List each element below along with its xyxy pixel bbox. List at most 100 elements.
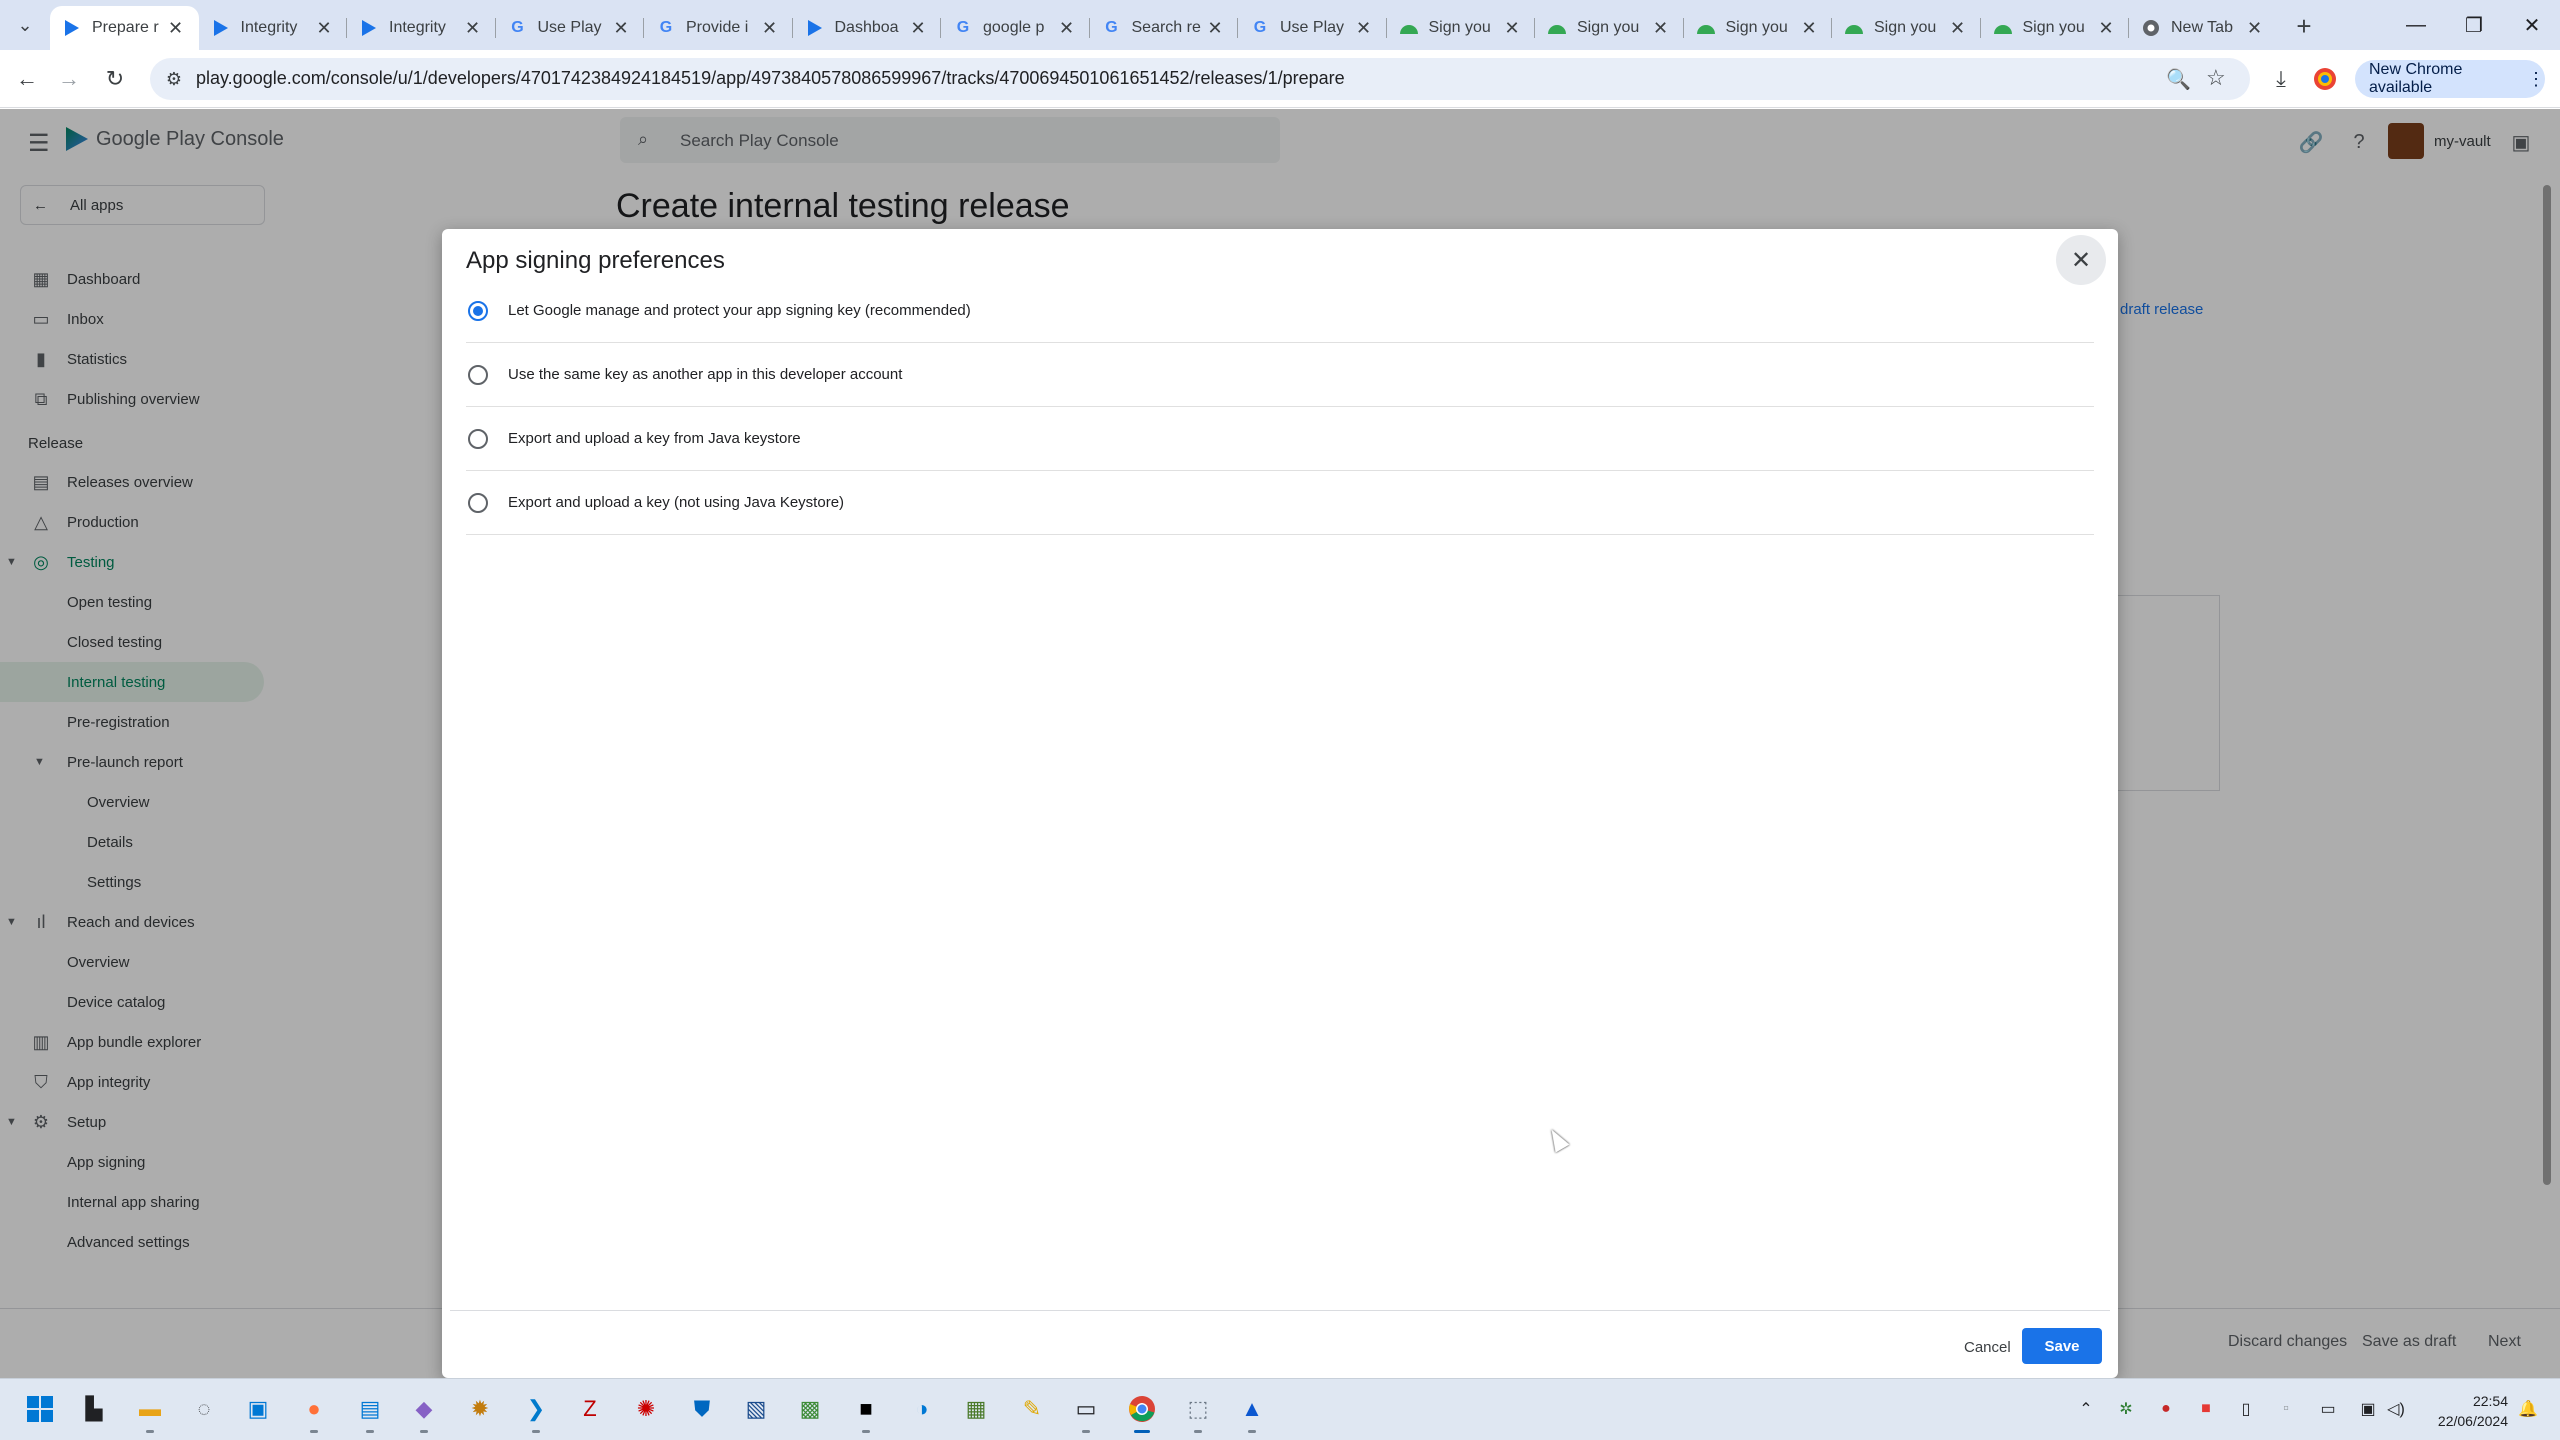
filezilla-icon[interactable]: Z (572, 1391, 608, 1427)
taskbar-clock[interactable]: 22:54 22/06/2024 (2420, 1391, 2508, 1431)
bookmark-star-icon[interactable]: ☆ (2206, 65, 2226, 91)
url-text[interactable]: play.google.com/console/u/1/developers/4… (196, 68, 1345, 89)
display-icon[interactable]: ▭ (2316, 1397, 2340, 1421)
browser-tab[interactable]: New Tab ✕ (2129, 6, 2278, 50)
close-tab-icon[interactable]: ✕ (1501, 17, 1523, 39)
close-tab-icon[interactable]: ✕ (313, 17, 335, 39)
close-tab-icon[interactable]: ✕ (1353, 17, 1375, 39)
app-icon[interactable]: ▧ (738, 1391, 774, 1427)
save-button[interactable]: Save (2022, 1328, 2102, 1364)
signing-option[interactable]: Export and upload a key (not using Java … (466, 471, 2094, 535)
radio-button[interactable] (468, 428, 488, 449)
tray-app-icon[interactable]: ■ (2194, 1397, 2218, 1421)
browser-tab[interactable]: Sign you ✕ (1387, 6, 1535, 50)
browser-tab[interactable]: Integrity ✕ (199, 6, 347, 50)
notepad-icon[interactable]: ▤ (352, 1391, 388, 1433)
tray-app-icon[interactable]: ✲ (2114, 1397, 2138, 1421)
vscode-icon[interactable]: ❯ (518, 1391, 554, 1433)
app-icon[interactable]: ✎ (1014, 1391, 1050, 1427)
app-icon[interactable]: ◑ (904, 1391, 940, 1427)
visual-studio-icon[interactable]: ◆ (406, 1391, 442, 1433)
tab-title: Provide i (686, 19, 749, 36)
chrome-update-button[interactable]: New Chrome available ⋮ (2355, 60, 2545, 98)
browser-tab[interactable]: G Provide i ✕ (644, 6, 793, 50)
close-tab-icon[interactable]: ✕ (1947, 17, 1969, 39)
clock-date: 22/06/2024 (2437, 1413, 2508, 1429)
tab-search-button[interactable]: ⌄ (8, 10, 42, 40)
browser-tab[interactable]: Sign you ✕ (1832, 6, 1981, 50)
reload-icon[interactable]: ↻ (98, 62, 132, 96)
back-icon[interactable]: ← (10, 62, 44, 96)
app-icon[interactable]: ▲ (1234, 1391, 1270, 1433)
page-scrollbar[interactable] (2540, 185, 2554, 1185)
browser-tab[interactable]: Sign you ✕ (1535, 6, 1684, 50)
cancel-button[interactable]: Cancel (1954, 1329, 2021, 1365)
radio-button[interactable] (468, 492, 488, 513)
browser-tab[interactable]: G google p ✕ (941, 6, 1090, 50)
forward-icon[interactable]: → (52, 62, 86, 96)
close-window-icon[interactable]: ✕ (2512, 8, 2552, 42)
close-tab-icon[interactable]: ✕ (1204, 17, 1226, 39)
jetbrains-icon[interactable]: ■ (848, 1391, 884, 1433)
chrome-taskbar-icon[interactable] (1124, 1391, 1160, 1433)
close-tab-icon[interactable]: ✕ (610, 17, 632, 39)
app-icon[interactable]: ▦ (958, 1391, 994, 1427)
new-tab-button[interactable]: + (2290, 11, 2318, 41)
close-icon: ✕ (2070, 246, 2092, 274)
google-icon: G (1105, 19, 1118, 36)
close-dialog-button[interactable]: ✕ (2056, 235, 2106, 285)
terminal-icon[interactable]: ▭ (1068, 1391, 1104, 1433)
signing-option[interactable]: Let Google manage and protect your app s… (466, 279, 2094, 343)
shield-app-icon[interactable]: ⛊ (684, 1391, 720, 1427)
signing-option[interactable]: Export and upload a key from Java keysto… (466, 407, 2094, 471)
app-icon[interactable]: ▣ (240, 1391, 276, 1427)
app-icon[interactable]: ◌ (186, 1391, 222, 1427)
app-icon[interactable]: ✺ (628, 1391, 664, 1427)
browser-tab[interactable]: Dashboa ✕ (793, 6, 941, 50)
tab-title: Sign you (1577, 19, 1640, 36)
site-info-icon[interactable]: ⚙ (162, 67, 186, 91)
task-view-icon[interactable]: ▙ (76, 1391, 112, 1427)
close-tab-icon[interactable]: ✕ (2095, 17, 2117, 39)
start-button[interactable] (22, 1391, 58, 1427)
zoom-icon[interactable]: 🔍 (2166, 67, 2191, 92)
restore-icon[interactable]: ❐ (2454, 8, 2494, 42)
browser-tab[interactable]: Sign you ✕ (1684, 6, 1832, 50)
clock-time: 22:54 (2472, 1393, 2508, 1409)
address-bar[interactable]: ⚙ play.google.com/console/u/1/developers… (150, 58, 2250, 100)
network-icon[interactable]: ▣ (2356, 1397, 2380, 1421)
close-tab-icon[interactable]: ✕ (1798, 17, 1820, 39)
browser-tab[interactable]: Integrity ✕ (347, 6, 496, 50)
tray-app-icon[interactable]: ▫ (2274, 1397, 2298, 1421)
download-icon[interactable]: ⤓ (2264, 62, 2298, 96)
close-tab-icon[interactable]: ✕ (462, 17, 484, 39)
close-tab-icon[interactable]: ✕ (2244, 17, 2266, 39)
browser-tab[interactable]: G Use Play ✕ (1238, 6, 1387, 50)
usb-icon[interactable]: ▯ (2234, 1397, 2258, 1421)
browser-tab[interactable]: Prepare r ✕ (50, 6, 199, 50)
radio-button[interactable] (468, 364, 488, 385)
signing-option[interactable]: Use the same key as another app in this … (466, 343, 2094, 407)
chevron-up-icon[interactable]: ⌃ (2074, 1397, 2098, 1421)
app-icon[interactable]: ⬚ (1180, 1391, 1216, 1433)
browser-tab[interactable]: G Use Play ✕ (496, 6, 644, 50)
file-explorer-icon[interactable]: ▬ (132, 1391, 168, 1433)
profile-icon[interactable] (2308, 62, 2342, 96)
close-tab-icon[interactable]: ✕ (907, 17, 929, 39)
close-tab-icon[interactable]: ✕ (1650, 17, 1672, 39)
volume-icon[interactable]: ◁) (2384, 1397, 2408, 1421)
close-tab-icon[interactable]: ✕ (1056, 17, 1078, 39)
browser-tab[interactable]: Sign you ✕ (1981, 6, 2129, 50)
minimize-icon[interactable]: — (2396, 8, 2436, 42)
tab-list: Prepare r ✕ Integrity ✕ Integrity ✕ G Us… (50, 6, 2278, 50)
close-tab-icon[interactable]: ✕ (165, 17, 187, 39)
radio-button-selected[interactable] (468, 300, 488, 321)
notification-bell-icon[interactable]: 🔔 (2516, 1397, 2540, 1421)
tab-title: Use Play (537, 19, 602, 36)
tray-app-icon[interactable]: ● (2154, 1397, 2178, 1421)
browser-tab[interactable]: G Search re ✕ (1090, 6, 1238, 50)
app-icon[interactable]: ▩ (792, 1391, 828, 1427)
app-icon[interactable]: ✹ (462, 1391, 498, 1427)
close-tab-icon[interactable]: ✕ (759, 17, 781, 39)
firefox-icon[interactable]: ● (296, 1391, 332, 1433)
